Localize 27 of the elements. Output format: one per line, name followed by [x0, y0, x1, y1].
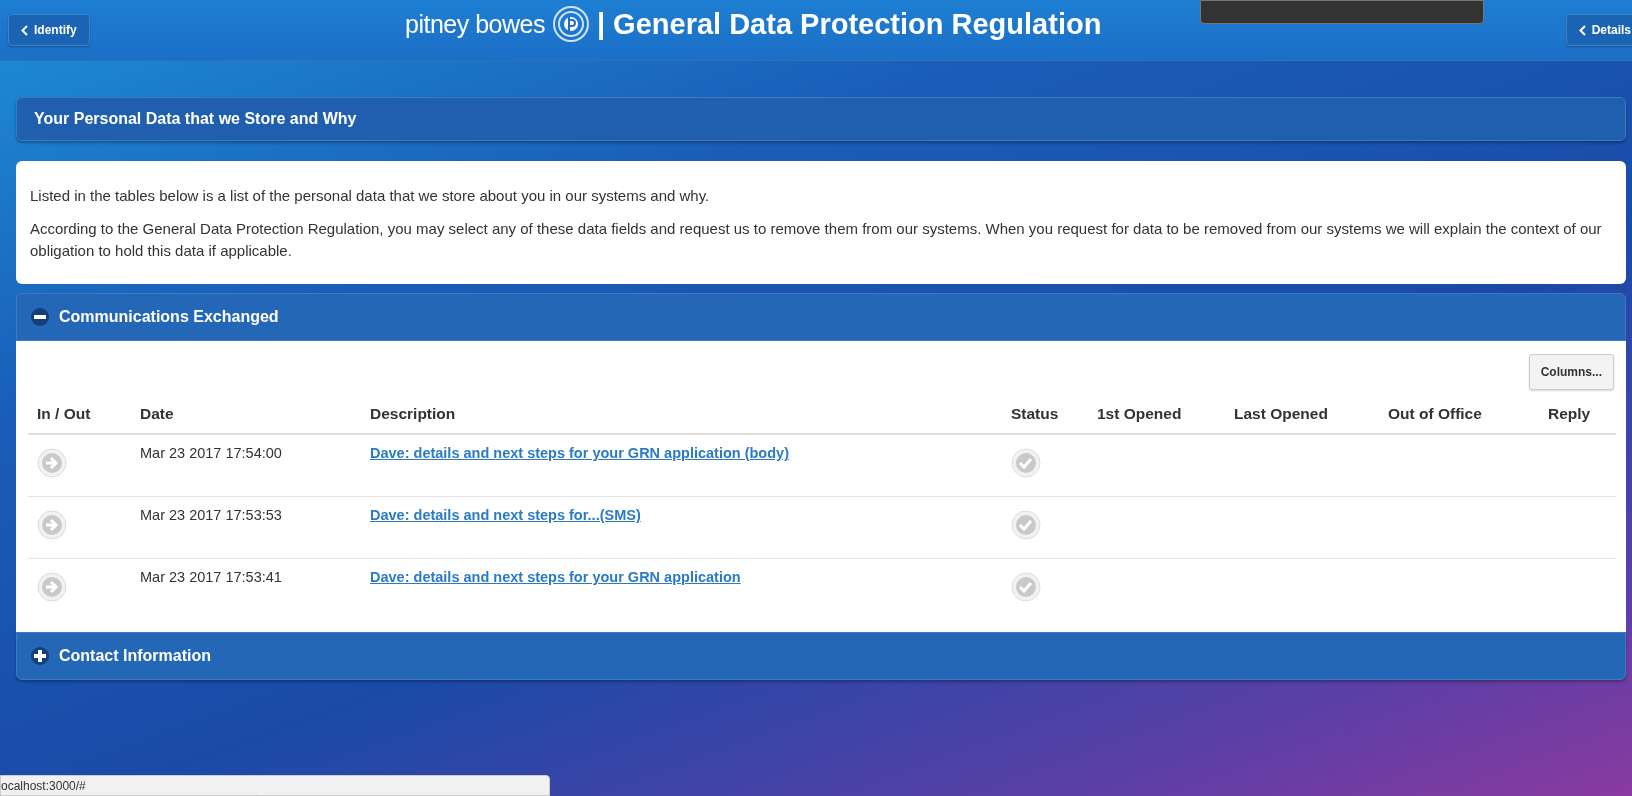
intro-paragraph: Listed in the tables below is a list of the personal data that we store about you in our systems and why.	[30, 186, 711, 206]
intro-paragraph: According to the General Data Protection Regulation, you may select any of these data fields and request us to remove them from our systems. When you request for data to be removed from our systems we will explain the context of our obligation to hold this data if applicable.	[30, 219, 1603, 261]
description-link[interactable]: Dave: details and next steps for...(SMS)	[370, 507, 641, 523]
description-link[interactable]: Dave: details and next steps for your GRN application	[370, 569, 741, 585]
page-title: | General Data Protection Regulation	[596, 7, 1102, 41]
status-url: ocalhost:3000/#	[1, 778, 86, 793]
date-cell: Mar 23 2017 17:53:53	[131, 497, 361, 559]
description-link[interactable]: Dave: details and next steps for your GRN application (body)	[370, 445, 789, 461]
section-title: Your Personal Data that we Store and Why	[16, 97, 1626, 141]
column-header: Status	[1002, 390, 1088, 435]
panel-title: Communications Exchanged	[59, 308, 279, 326]
column-header: Reply	[1539, 390, 1617, 435]
column-header: 1st Opened	[1088, 390, 1225, 435]
logo-icon	[552, 6, 589, 42]
date-cell: Mar 23 2017 17:54:00	[131, 435, 361, 497]
column-header: In / Out	[28, 390, 131, 435]
panel-title: Contact Information	[59, 647, 211, 665]
details-button[interactable]: Details	[1565, 14, 1632, 46]
identify-button[interactable]: Identify	[8, 14, 90, 46]
date-cell-text: Mar 23 2017 17:53:41	[139, 568, 283, 587]
chevron-left-icon	[1578, 24, 1586, 36]
column-header: Description	[361, 390, 1002, 435]
chevron-left-icon	[21, 24, 28, 36]
brand-name: pitney bowes	[405, 9, 545, 39]
column-header: Date	[131, 390, 361, 435]
column-header: Last Opened	[1225, 390, 1379, 435]
column-header: Out of Office	[1379, 390, 1539, 435]
